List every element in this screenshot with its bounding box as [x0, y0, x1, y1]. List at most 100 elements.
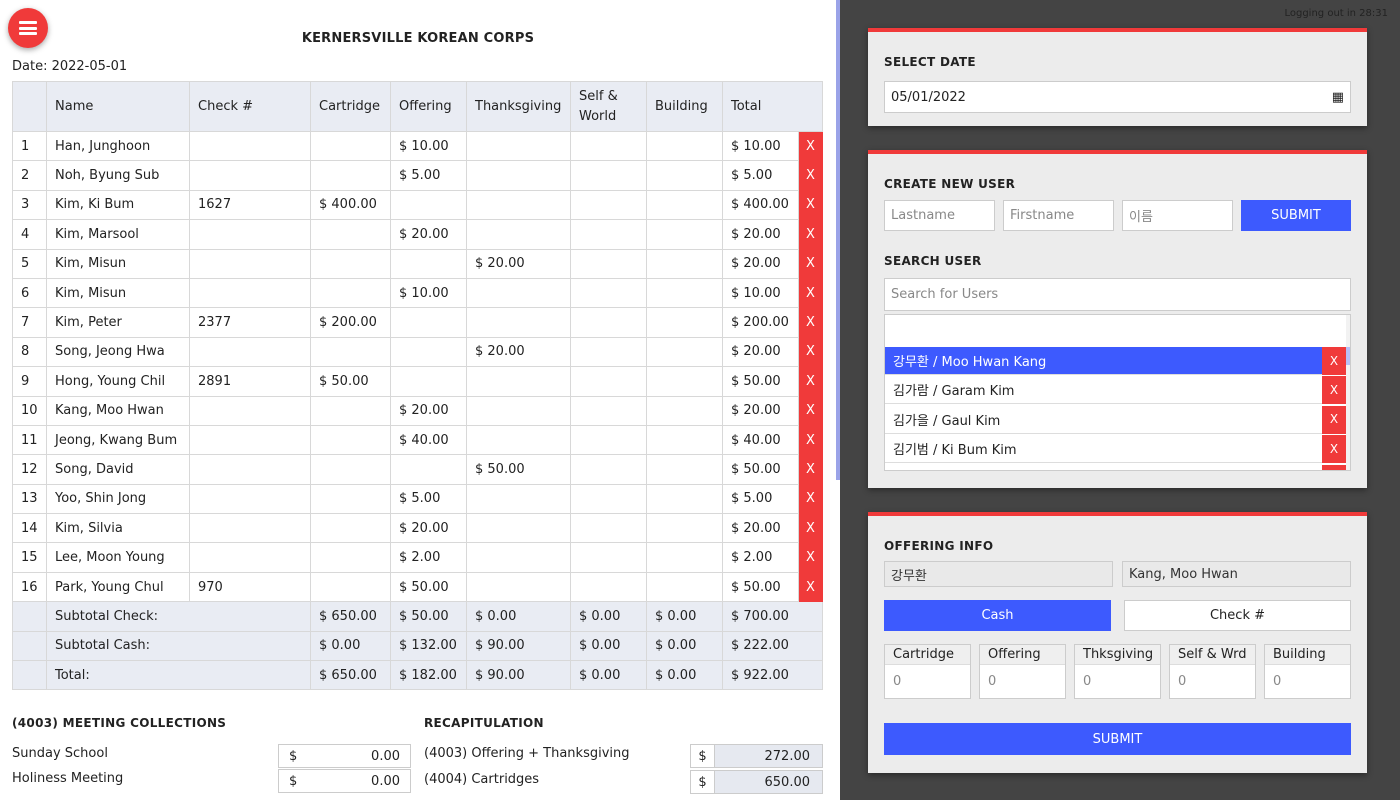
row-name: Kang, Moo Hwan [46, 395, 190, 426]
user-result-item[interactable]: 김말술 / Marsool Kim [885, 464, 1322, 470]
offering-value[interactable]: 0 [980, 665, 1065, 698]
total-offering: $ 50.00 [390, 601, 467, 632]
currency-label: $ [691, 745, 715, 767]
user-result-item[interactable]: 김기범 / Ki Bum Kim [885, 435, 1322, 464]
self-world-value[interactable]: 0 [1170, 665, 1255, 698]
row-index: 11 [12, 424, 47, 456]
total-building: $ 0.00 [646, 601, 723, 632]
table-row: 3 Kim, Ki Bum 1627 $ 400.00 $ 400.00 X [12, 189, 823, 221]
delete-row-button[interactable]: X [798, 424, 823, 456]
row-self-world [570, 130, 647, 162]
offering-info-card: OFFERING INFO 강무환 Kang, Moo Hwan Cash Ch… [868, 512, 1367, 773]
select-date-card: SELECT DATE 05/01/2022 ▦ [868, 28, 1367, 126]
search-user-input[interactable]: Search for Users [884, 278, 1351, 311]
building-value[interactable]: 0 [1265, 665, 1350, 698]
row-self-world [570, 248, 647, 279]
row-total: $ 40.00 [722, 424, 799, 456]
user-result-item[interactable]: 김가람 / Garam Kim [885, 376, 1322, 405]
korean-name-placeholder: 이름 [1129, 210, 1153, 225]
row-offering: $ 20.00 [390, 219, 467, 250]
row-cartridge [310, 571, 391, 603]
col-name: Name [46, 81, 190, 132]
delete-row-button[interactable]: X [798, 160, 823, 191]
delete-row-button[interactable]: X [798, 248, 823, 279]
amount-value: 272.00 [764, 748, 811, 764]
create-user-submit-button[interactable]: SUBMIT [1241, 200, 1351, 231]
row-index: 15 [12, 542, 47, 573]
delete-row-button[interactable]: X [798, 307, 823, 338]
delete-row-button[interactable]: X [798, 366, 823, 397]
row-building [646, 277, 723, 309]
results-scrollbar[interactable] [1346, 315, 1350, 470]
row-total: $ 50.00 [722, 571, 799, 603]
delete-row-button[interactable]: X [798, 277, 823, 309]
row-cartridge: $ 200.00 [310, 307, 391, 338]
check-button[interactable]: Check # [1124, 600, 1351, 631]
col-building: Building [646, 81, 723, 132]
row-index: 5 [12, 248, 47, 279]
delete-user-button[interactable]: X [1322, 435, 1346, 464]
amount-value: 0.00 [371, 773, 400, 789]
table-row: 1 Han, Junghoon $ 10.00 $ 10.00 X [12, 130, 823, 162]
row-thanksgiving [466, 366, 571, 397]
delete-row-button[interactable]: X [798, 542, 823, 573]
row-name: Park, Young Chul [46, 571, 190, 603]
cash-button[interactable]: Cash [884, 600, 1111, 631]
delete-row-button[interactable]: X [798, 483, 823, 515]
delete-row-button[interactable]: X [798, 219, 823, 250]
user-result-item[interactable]: 김가을 / Gaul Kim [885, 405, 1322, 434]
row-check [189, 395, 311, 426]
thanksgiving-field[interactable]: Thksgiving 0 [1074, 644, 1161, 699]
row-cartridge [310, 395, 391, 426]
offering-field[interactable]: Offering 0 [979, 644, 1066, 699]
cartridge-value[interactable]: 0 [885, 665, 970, 698]
calendar-icon[interactable]: ▦ [1332, 90, 1344, 105]
col-self-world: Self & World [570, 81, 647, 132]
delete-user-button[interactable]: X [1322, 405, 1346, 434]
delete-row-button[interactable]: X [798, 189, 823, 221]
holiness-meeting-amount-field[interactable]: $0.00 [278, 769, 411, 793]
row-index: 6 [12, 277, 47, 309]
row-thanksgiving [466, 130, 571, 162]
totals-label: Total: [46, 660, 311, 691]
delete-row-button[interactable]: X [798, 454, 823, 485]
row-cartridge [310, 513, 391, 544]
delete-user-button[interactable]: X [1322, 347, 1346, 375]
thanksgiving-value[interactable]: 0 [1075, 665, 1160, 698]
row-total: $ 20.00 [722, 513, 799, 544]
delete-row-button[interactable]: X [798, 513, 823, 544]
delete-row-button[interactable]: X [798, 336, 823, 368]
recap-cartridges-amount: $650.00 [690, 770, 823, 794]
row-cartridge [310, 248, 391, 279]
row-building [646, 483, 723, 515]
self-world-field[interactable]: Self & Wrd 0 [1169, 644, 1256, 699]
delete-row-button[interactable]: X [798, 571, 823, 603]
totals-row: Subtotal Check: $ 650.00 $ 50.00 $ 0.00 $ 0.… [12, 601, 823, 632]
cartridge-field[interactable]: Cartridge 0 [884, 644, 971, 699]
total-self-world: $ 0.00 [570, 630, 647, 662]
firstname-input[interactable]: Firstname [1003, 200, 1114, 231]
offering-submit-button[interactable]: SUBMIT [884, 723, 1351, 755]
total-self-world: $ 0.00 [570, 660, 647, 691]
table-header: Name Check # Cartridge Offering Thanksgi… [12, 81, 823, 132]
delete-row-button[interactable]: X [798, 395, 823, 426]
row-name: Hong, Young Chil [46, 366, 190, 397]
row-check: 1627 [189, 189, 311, 221]
row-building [646, 395, 723, 426]
delete-user-button[interactable]: X [1322, 376, 1346, 405]
delete-row-button[interactable]: X [798, 130, 823, 162]
row-thanksgiving [466, 395, 571, 426]
user-search-results[interactable]: 강무환 / Moo Hwan Kang X 김가람 / Garam Kim X 김가을 … [884, 314, 1351, 471]
korean-name-input[interactable]: 이름 [1122, 200, 1233, 231]
row-offering [390, 454, 467, 485]
date-input[interactable]: 05/01/2022 ▦ [884, 81, 1351, 113]
user-result-item[interactable]: 강무환 / Moo Hwan Kang [885, 347, 1322, 375]
row-self-world [570, 483, 647, 515]
results-scrollbar-thumb[interactable] [1346, 347, 1350, 365]
lastname-input[interactable]: Lastname [884, 200, 995, 231]
delete-user-button[interactable]: X [1322, 464, 1346, 470]
row-self-world [570, 424, 647, 456]
sunday-school-amount-field[interactable]: $0.00 [278, 744, 411, 768]
building-field[interactable]: Building 0 [1264, 644, 1351, 699]
row-thanksgiving [466, 219, 571, 250]
